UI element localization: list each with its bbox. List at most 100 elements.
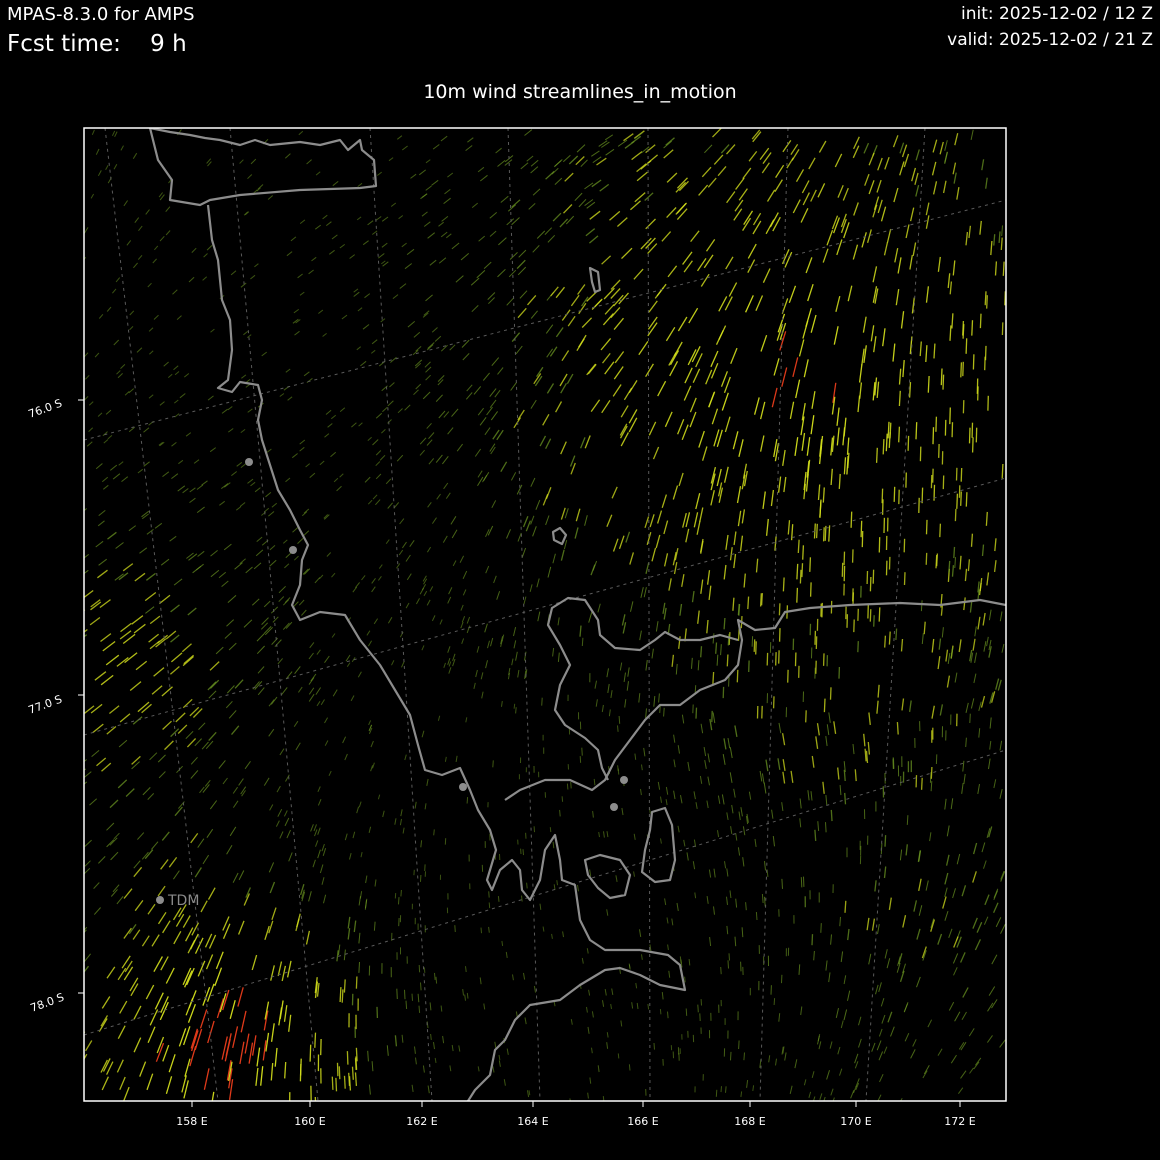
wind-streak [84,609,86,612]
wind-streak [850,511,853,528]
wind-streak [1001,463,1004,479]
wind-streak [893,486,896,502]
wind-streak [741,927,744,938]
wind-streak [667,1011,669,1019]
station-dot [245,458,253,466]
wind-streak [358,961,360,973]
wind-streak [343,1075,346,1089]
wind-streak [628,1064,631,1071]
wind-streak [809,557,812,572]
wind-streak [815,523,818,539]
wind-streak [954,508,957,522]
lon-label-160: 160 E [294,1115,325,1128]
lon-label-162: 162 E [406,1115,437,1128]
wind-streak [466,797,469,804]
wind-streak [753,639,756,652]
lon-label-170: 170 E [840,1115,871,1128]
wind-streak [435,976,438,984]
wind-streak [725,1086,727,1093]
wind-streak [949,407,951,425]
wind-streak [685,1008,688,1016]
wind-streak [734,936,737,947]
wind-streak [951,565,955,577]
wind-streak [764,896,766,907]
wind-streak [971,320,974,336]
wind-streak [617,1053,620,1059]
wind-streak [697,1004,699,1013]
wind-streak [430,1033,432,1040]
wind-streak [736,669,739,683]
wind-streak [920,777,923,790]
wind-streak [898,426,901,443]
wind-streak [454,925,456,933]
wind-streak [869,576,872,592]
wind-streak [720,966,722,975]
wind-streak [331,1076,334,1090]
wind-streak [969,713,971,724]
wind-streak [805,710,807,723]
wind-streak [956,493,959,509]
station-dot [289,546,297,554]
wind-streak [942,374,945,390]
wind-streak [948,560,951,573]
wind-streak [617,725,619,732]
wind-streak [341,989,344,1003]
wind-streak [857,641,859,653]
wind-streak [935,416,938,432]
wind-streak [566,783,569,790]
wind-streak [522,849,524,856]
wind-map: TDM 76.0 S 77.0 S 78.0 S 158 E 160 E 162… [27,127,1007,1128]
wind-streak [404,989,406,1000]
wind-streak [559,809,561,817]
wind-streak [965,492,968,507]
wind-streak [700,646,703,658]
wind-streak [778,603,781,616]
wind-streak [335,1077,338,1092]
wind-streak [730,1051,732,1061]
wind-streak [933,343,936,359]
wind-streak [781,878,783,889]
wind-streak [873,615,875,627]
wind-streak [930,766,933,779]
lat-ticks [78,399,84,994]
wind-streak [965,737,967,748]
wind-streak [417,993,420,1003]
wind-streak [960,362,963,378]
wind-streak [927,375,930,393]
wind-streak [299,1058,302,1076]
wind-streak [828,525,831,542]
wind-streak [515,707,517,714]
wind-streak [521,895,523,902]
wind-streak [497,896,500,902]
wind-streak [796,587,799,603]
wind-streak [782,577,785,592]
wind-streak [875,447,878,463]
station-dot-tdm [156,896,164,904]
wind-streak [986,295,988,309]
wind-streak [1000,237,1003,251]
wind-streak [898,390,901,407]
wind-streak [993,234,996,246]
wind-streak [960,467,963,482]
wind-streak [688,959,691,966]
wind-streak [466,992,469,999]
wind-streak [355,1047,358,1062]
wind-streak [755,911,758,921]
wind-streak [953,546,956,559]
wind-streak [488,891,490,898]
wind-streak [985,511,988,526]
wind-streak [513,703,516,709]
wind-streak [939,523,942,538]
wind-streak [936,553,939,567]
wind-streak [884,835,887,847]
wind-streak [355,976,358,989]
wind-streak [903,572,906,586]
wind-streak [339,987,342,1003]
wind-streak [653,1042,655,1050]
wind-streak [925,519,928,535]
wind-streak [968,427,971,444]
lat-label-78: 78.0 S [29,991,66,1015]
wind-streak [727,960,729,969]
wind-streak [940,368,943,386]
wind-streak [570,781,572,789]
